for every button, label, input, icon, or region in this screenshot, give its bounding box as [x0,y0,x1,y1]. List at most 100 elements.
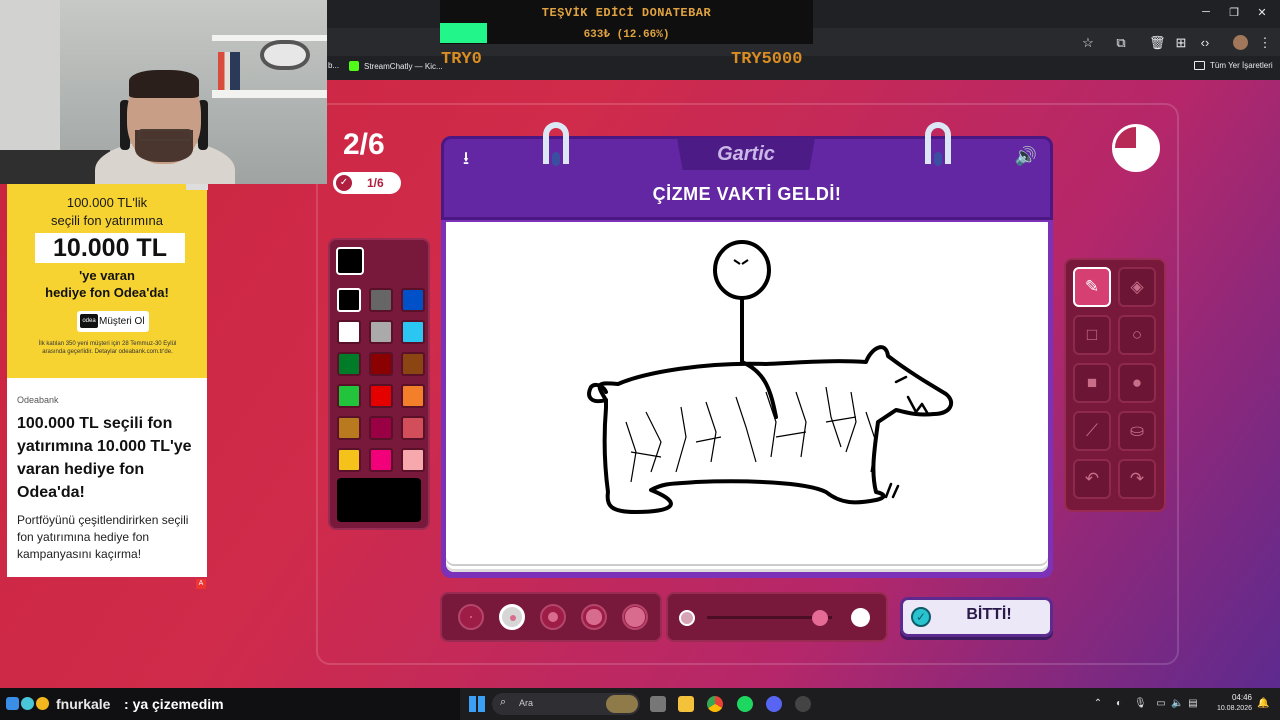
timer-icon [1112,124,1160,172]
display-icon[interactable]: ▭ [1155,698,1167,710]
download-icon[interactable]: ⭳ [455,146,477,168]
brush-size-indicator [509,614,517,622]
filled-ellipse-tool-icon[interactable]: ● [1118,363,1156,403]
task-view-icon[interactable] [650,696,666,712]
color-swatch[interactable] [401,352,425,376]
done-button-label: BİTTİ! [966,606,1012,623]
color-swatch[interactable] [337,320,361,344]
obs-icon[interactable] [795,696,811,712]
ad-amount: 10.000 TL [35,233,185,263]
spotify-icon[interactable] [737,696,753,712]
ad-line-2: seçili fon yatırımına [51,213,163,228]
ad-headline[interactable]: 100.000 TL seçili fon yatırımına 10.000 … [17,412,202,504]
current-color [336,247,364,275]
color-swatch[interactable] [369,352,393,376]
color-swatch[interactable] [337,352,361,376]
star-icon[interactable]: ☆ [1080,35,1096,51]
color-swatch[interactable] [369,288,393,312]
filled-rectangle-tool-icon[interactable]: ■ [1073,363,1111,403]
stick-head [713,240,771,300]
brush-size-option[interactable] [540,604,566,630]
chrome-icon[interactable] [707,696,723,712]
chat-message-text: ya çizemedim [132,696,224,712]
brush-size-option[interactable] [499,604,525,630]
bear-fur [625,386,877,483]
ad-line-3: 'ye varan [79,268,135,283]
color-swatch[interactable] [369,448,393,472]
brush-size-indicator [470,616,472,618]
minimize-button[interactable]: ─ [1196,6,1216,18]
bookmark-all[interactable]: Tüm Yer İşaretleri [1194,61,1273,70]
ad-choices-icon[interactable] [186,184,208,190]
bucket-tool-icon[interactable]: ⛀ [1118,411,1156,451]
color-swatch[interactable] [369,384,393,408]
ad-fine-print: İlk katılan 350 yeni müşteri için 28 Tem… [38,341,177,355]
ad-text-1: 100.000 TL'lik seçili fon yatırımına [7,194,207,230]
close-window-button[interactable]: ✕ [1252,6,1272,19]
delete-icon[interactable]: 🗑 [1149,35,1166,51]
chat-separator: : [124,696,129,712]
color-swatch[interactable] [401,288,425,312]
color-swatch[interactable] [401,448,425,472]
notification-icon[interactable]: 🔔 [1257,698,1269,710]
donation-amount: 633₺ (12.66%) [583,29,670,41]
windows-start-icon[interactable] [469,696,485,712]
check-icon: ✓ [336,175,352,191]
widgets-icon[interactable] [606,695,638,713]
color-swatch[interactable] [337,288,361,312]
ellipse-tool-icon[interactable]: ○ [1118,315,1156,355]
mic-icon[interactable]: 🎙 [1134,698,1147,710]
restore-button[interactable]: ❐ [1224,6,1244,19]
eraser-tool-icon[interactable]: ◈ [1118,267,1156,307]
brush-size-option[interactable] [622,604,648,630]
rectangle-tool-icon[interactable]: □ [1073,315,1111,355]
menu-icon[interactable]: ⋮ [1257,35,1273,51]
color-swatch[interactable] [337,384,361,408]
antivirus-icon[interactable]: ◐ [1113,698,1125,710]
pencil-tool-icon[interactable]: ✎ [1073,267,1111,307]
search-icon: ⌕ [500,696,507,708]
odea-logo-icon: odea [80,314,98,328]
color-swatch[interactable] [337,416,361,440]
color-swatch[interactable] [369,416,393,440]
color-swatch[interactable] [401,416,425,440]
extensions-icon[interactable]: ⧉ [1113,35,1129,51]
color-swatch[interactable] [369,320,393,344]
bookmark-folder-label: Tüm Yer İşaretleri [1210,61,1273,70]
drawing-canvas[interactable] [446,222,1048,554]
file-explorer-icon[interactable] [678,696,694,712]
line-tool-icon[interactable]: ⟋ [1073,411,1111,451]
discord-icon[interactable] [766,696,782,712]
opacity-slider-handle[interactable] [812,610,828,626]
ad-marker-icon: A [196,579,206,589]
color-swatch[interactable] [401,320,425,344]
ring-right [925,122,951,166]
redo-tool-icon[interactable]: ↷ [1118,459,1156,499]
gartic-logo: Gartic [717,143,775,165]
bookmark-stub[interactable]: b... [328,61,339,70]
brush-size-option[interactable] [458,604,484,630]
battery-icon[interactable]: ▤ [1187,698,1199,710]
kick-icon [349,61,359,71]
devtools-icon[interactable]: ‹› [1197,35,1213,51]
donation-title: TEŞVİK EDİCİ DONATEBAR [541,6,712,20]
color-swatch[interactable] [401,384,425,408]
speaker-icon[interactable]: 🔊 [1013,146,1039,166]
undo-tool-icon[interactable]: ↶ [1073,459,1111,499]
custom-color-preview[interactable] [337,478,421,522]
check-circle-icon: ✓ [911,607,931,627]
stick-leg [740,360,778,419]
clock-time[interactable]: 04:46 [1214,693,1252,702]
volume-icon[interactable]: 🔈 [1171,698,1183,710]
bookmark-streamchatly[interactable]: StreamChatly — Kic... [349,61,443,71]
chevron-up-icon[interactable]: ⌃ [1092,698,1104,710]
profile-icon[interactable] [1233,35,1248,50]
verified-badge-icon [6,697,19,710]
color-swatch[interactable] [337,448,361,472]
clock-date[interactable]: 10.08.2026 [1208,705,1252,712]
bookmark-label: StreamChatly — Kic... [364,61,443,71]
apps-icon[interactable]: ⊞ [1173,35,1189,51]
folder-icon [1194,61,1205,70]
webcam-overlay [0,0,327,184]
brush-size-option[interactable] [581,604,607,630]
